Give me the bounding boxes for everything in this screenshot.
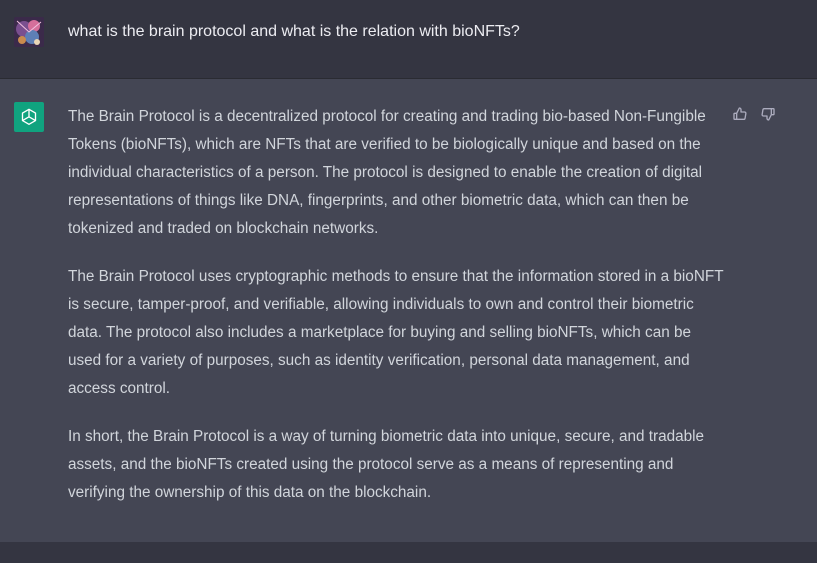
user-avatar [14, 17, 44, 47]
user-message-row: what is the brain protocol and what is t… [0, 0, 817, 79]
answer-paragraph-3: In short, the Brain Protocol is a way of… [68, 428, 705, 501]
user-message-text: what is the brain protocol and what is t… [68, 23, 520, 40]
answer-paragraph-1: The Brain Protocol is a decentralized pr… [68, 108, 706, 237]
openai-logo-icon [14, 102, 44, 132]
thumbs-down-icon [761, 108, 775, 121]
answer-paragraph-2: The Brain Protocol uses cryptographic me… [68, 268, 724, 397]
thumbs-up-icon [733, 107, 747, 120]
thumbs-down-button[interactable] [759, 105, 777, 123]
user-avatar-image [14, 17, 44, 47]
assistant-message-text: The Brain Protocol is a decentralized pr… [68, 103, 728, 527]
thumbs-up-button[interactable] [731, 105, 749, 123]
assistant-message-row: The Brain Protocol is a decentralized pr… [0, 79, 817, 542]
bottom-background [0, 542, 817, 563]
